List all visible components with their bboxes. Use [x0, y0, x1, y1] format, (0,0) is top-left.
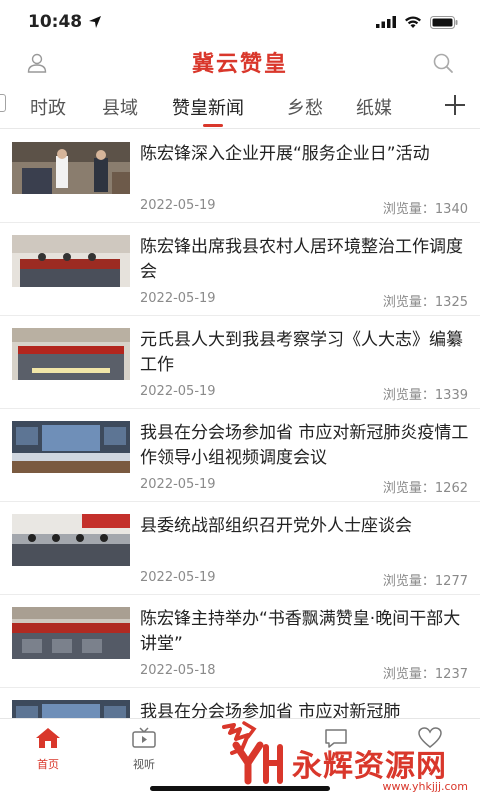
news-title: 陈宏锋主持举办“书香飘满赞皇·晚间干部大讲堂”	[140, 609, 461, 654]
news-item[interactable]: 我县在分会场参加省 市应对新冠肺炎疫情工作领导小组视频调度会议 2022-05-…	[0, 409, 480, 502]
news-thumbnail	[12, 421, 130, 473]
news-thumbnail	[12, 142, 130, 194]
tab-xiangchou[interactable]: 乡愁	[287, 94, 323, 120]
watermark-url: www.yhkjjj.com	[382, 780, 469, 793]
news-thumbnail	[12, 700, 130, 720]
news-date: 2022-05-19	[140, 384, 216, 399]
news-date: 2022-05-19	[140, 477, 216, 492]
watermark-text: 永辉资源网	[292, 749, 447, 784]
location-arrow-icon	[89, 16, 102, 28]
search-icon	[433, 53, 453, 73]
status-bar: 10:48	[0, 0, 480, 44]
news-views: 浏览量：1262	[382, 481, 468, 496]
news-date: 2022-05-19	[140, 291, 216, 306]
news-thumbnail	[12, 514, 130, 566]
news-views: 浏览量：1277	[382, 574, 468, 589]
tabbar-label: 首页	[37, 758, 59, 771]
news-date: 2022-05-19	[140, 570, 216, 585]
tv-icon	[132, 727, 156, 748]
tab-shizheng[interactable]: 时政	[30, 94, 66, 120]
news-date: 2022-05-18	[140, 663, 216, 678]
search-button[interactable]	[432, 52, 454, 78]
wifi-icon	[405, 16, 421, 28]
news-title: 我县在分会场参加省 市应对新冠肺炎疫情工作领导小组视频调度会议	[140, 423, 469, 468]
app-title: 冀云赞皇	[191, 52, 288, 77]
home-icon	[36, 728, 60, 748]
app-header: 冀云赞皇	[0, 40, 480, 84]
news-thumbnail	[12, 328, 130, 380]
status-icons	[376, 15, 458, 29]
news-views: 浏览量：1237	[382, 667, 468, 682]
tabbar-video[interactable]: 视听	[114, 727, 174, 772]
profile-button[interactable]	[26, 52, 48, 78]
watermark-logo-icon	[232, 741, 283, 785]
news-views: 浏览量：1340	[382, 202, 468, 217]
news-list: 陈宏锋深入企业开展“服务企业日”活动 2022-05-19 浏览量：1340 陈…	[0, 130, 480, 720]
tab-partial-left[interactable]	[0, 94, 6, 117]
tab-zanhuang-news[interactable]: 赞皇新闻	[172, 94, 244, 120]
active-tab-indicator	[203, 124, 223, 127]
tab-zhimei[interactable]: 纸媒	[356, 94, 392, 120]
cellular-signal-icon	[376, 16, 396, 28]
add-channel-button[interactable]	[440, 90, 470, 120]
news-thumbnail	[12, 235, 130, 287]
news-title: 县委统战部组织召开党外人士座谈会	[140, 516, 412, 536]
battery-icon	[430, 15, 458, 29]
news-title: 我县在分会场参加省 市应对新冠肺	[140, 702, 401, 720]
news-views: 浏览量：1339	[382, 388, 468, 403]
news-title: 陈宏锋出席我县农村人居环境整治工作调度会	[140, 237, 463, 282]
news-title: 元氏县人大到我县考察学习《人大志》编纂工作	[140, 330, 463, 375]
news-item[interactable]: 陈宏锋深入企业开展“服务企业日”活动 2022-05-19 浏览量：1340	[0, 130, 480, 223]
status-time: 10:48	[28, 12, 102, 32]
watermark: 永辉资源网 www.yhkjjj.com	[232, 738, 472, 793]
news-item[interactable]: 我县在分会场参加省 市应对新冠肺	[0, 688, 480, 720]
news-item[interactable]: 元氏县人大到我县考察学习《人大志》编纂工作 2022-05-19 浏览量：133…	[0, 316, 480, 409]
tab-xianyu[interactable]: 县域	[102, 94, 138, 120]
news-item[interactable]: 陈宏锋出席我县农村人居环境整治工作调度会 2022-05-19 浏览量：1325	[0, 223, 480, 316]
news-date: 2022-05-19	[140, 198, 216, 213]
channel-tabs: 时政 县域 赞皇新闻 乡愁 纸媒	[0, 88, 480, 128]
home-indicator	[150, 786, 330, 791]
tabbar-label: 视听	[133, 758, 155, 771]
tabbar-home[interactable]: 首页	[18, 727, 78, 772]
tabs-divider	[0, 128, 480, 129]
plus-icon	[445, 95, 465, 115]
news-item[interactable]: 县委统战部组织召开党外人士座谈会 2022-05-19 浏览量：1277	[0, 502, 480, 595]
news-title: 陈宏锋深入企业开展“服务企业日”活动	[140, 144, 430, 164]
user-icon	[27, 53, 47, 73]
news-item[interactable]: 陈宏锋主持举办“书香飘满赞皇·晚间干部大讲堂” 2022-05-18 浏览量：1…	[0, 595, 480, 688]
news-thumbnail	[12, 607, 130, 659]
status-time-text: 10:48	[28, 12, 83, 32]
news-views: 浏览量：1325	[382, 295, 468, 310]
